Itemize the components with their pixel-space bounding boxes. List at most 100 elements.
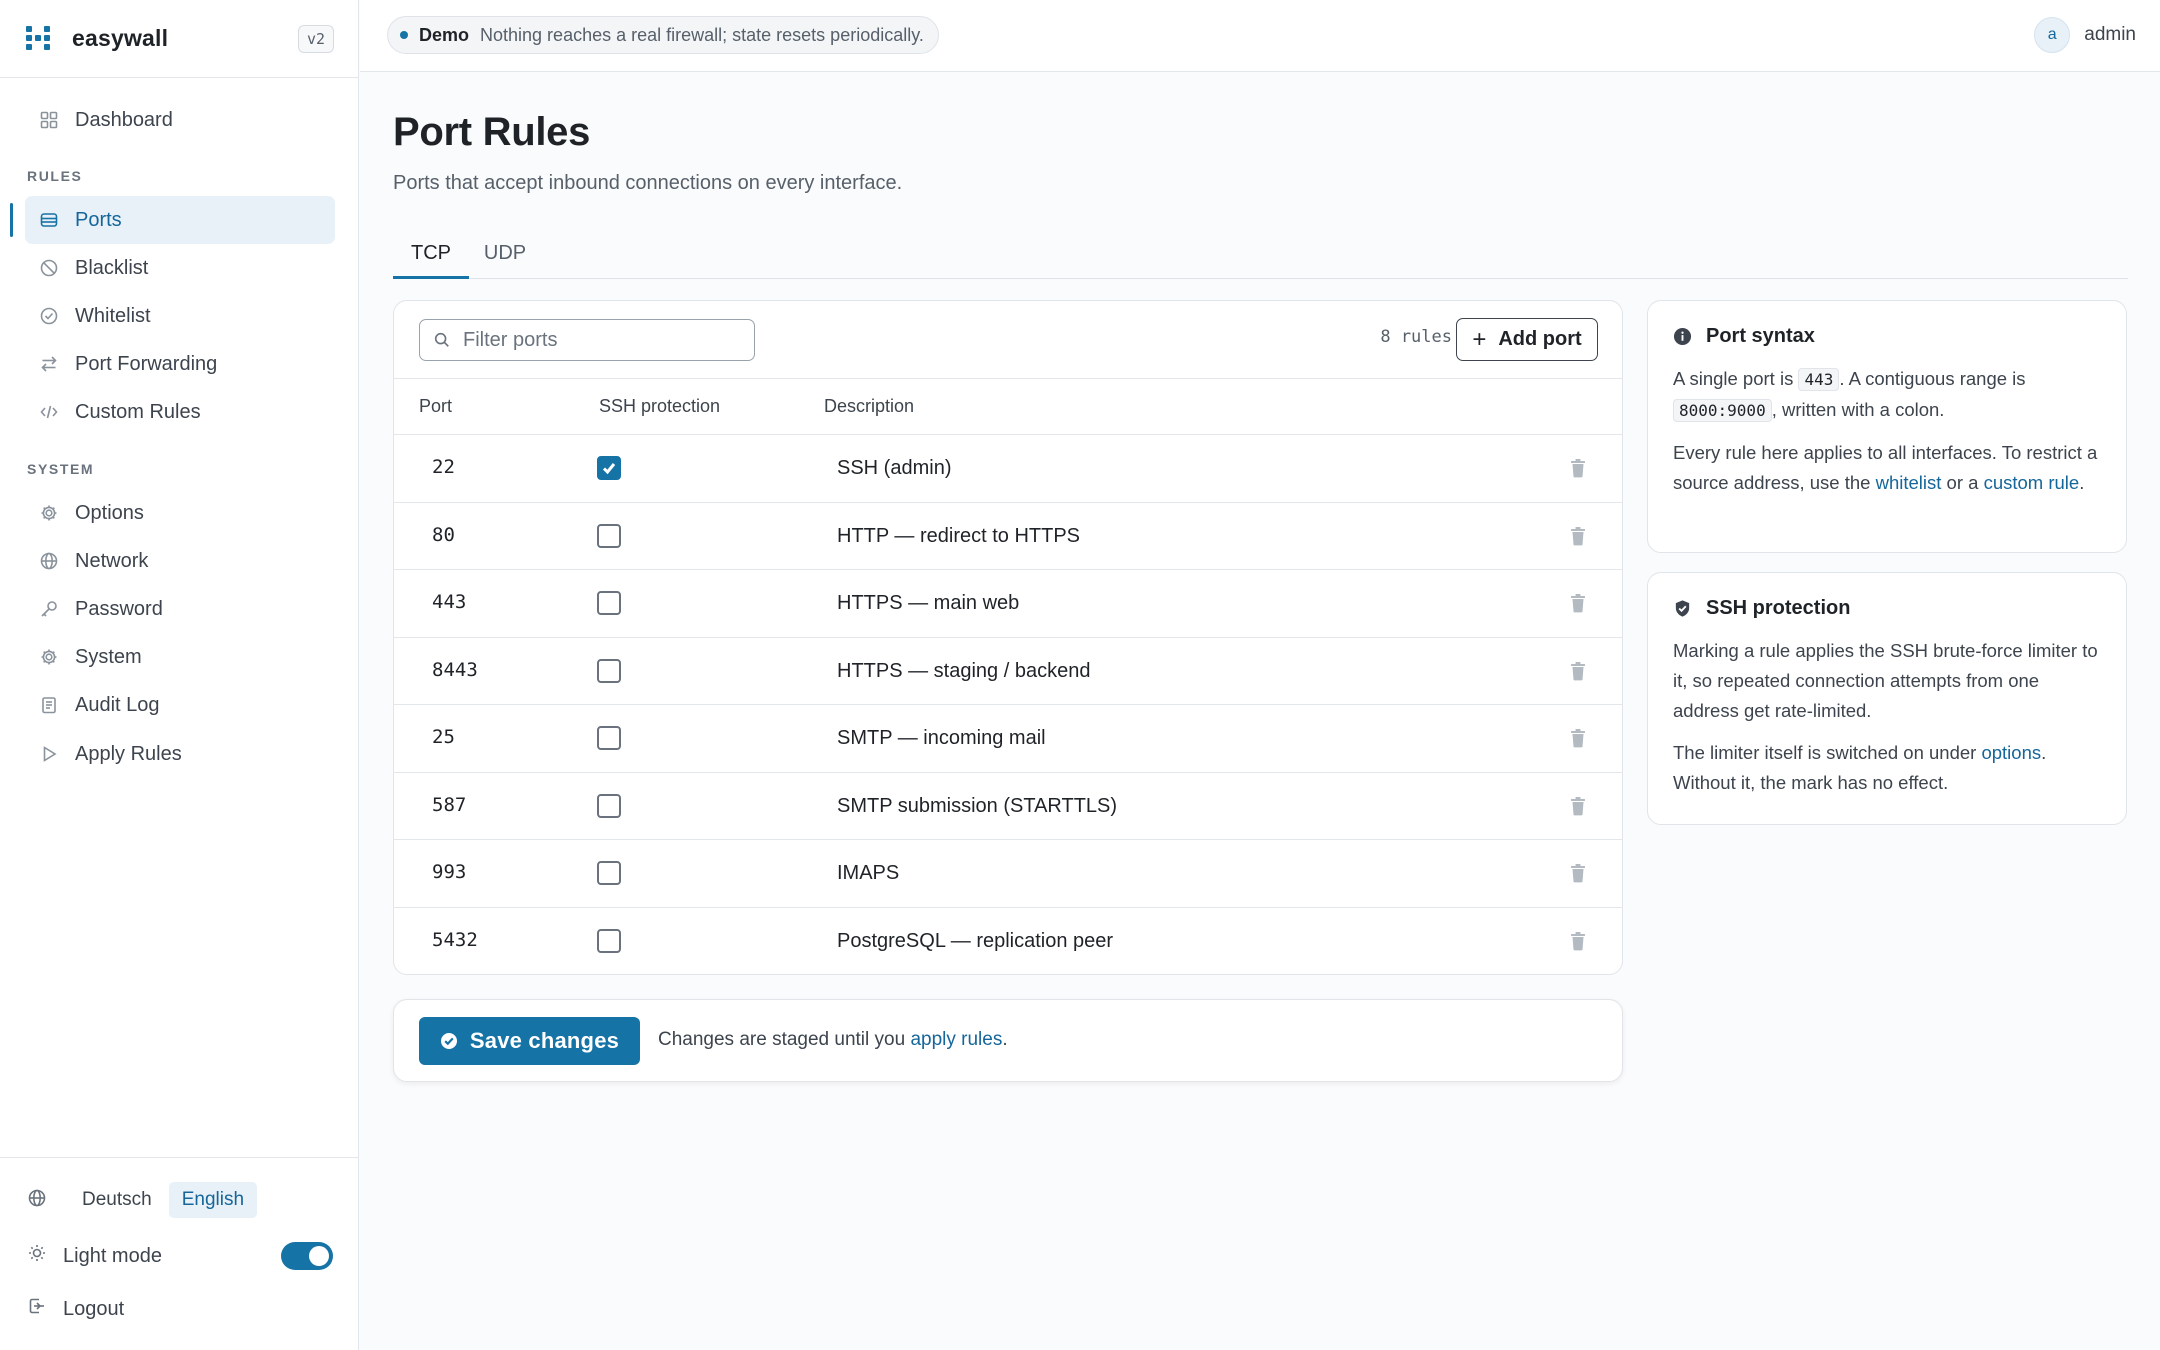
port-value: 80 xyxy=(432,523,455,546)
ports-icon xyxy=(38,209,60,231)
apply-rules-link[interactable]: apply rules xyxy=(910,1029,1002,1050)
delete-row-button[interactable] xyxy=(1569,931,1587,951)
options-link[interactable]: options xyxy=(1981,742,2041,763)
delete-row-button[interactable] xyxy=(1569,661,1587,681)
ssh-protection-checkbox[interactable] xyxy=(597,861,621,885)
sidebar-item-ports[interactable]: Ports xyxy=(25,196,335,244)
sidebar-item-apply-rules[interactable]: Apply Rules xyxy=(25,730,335,778)
trash-icon xyxy=(1571,796,1585,815)
sidebar-footer: Deutsch English Light mode Logout xyxy=(0,1157,359,1350)
sidebar-item-blacklist[interactable]: Blacklist xyxy=(25,244,335,292)
trash-icon xyxy=(1571,729,1585,748)
globe-icon xyxy=(38,550,60,572)
logout-icon xyxy=(27,1296,47,1322)
sidebar-item-port-forwarding[interactable]: Port Forwarding xyxy=(25,340,335,388)
check-circle-icon xyxy=(38,305,60,327)
description-value[interactable]: SMTP — incoming mail xyxy=(837,727,1046,750)
save-changes-button[interactable]: Save changes xyxy=(419,1017,640,1065)
port-value: 5432 xyxy=(432,928,478,951)
language-deutsch[interactable]: Deutsch xyxy=(69,1182,165,1218)
version-badge: v2 xyxy=(297,24,334,53)
ssh-protection-checkbox[interactable] xyxy=(597,591,621,615)
sidebar-item-system[interactable]: System xyxy=(25,633,335,681)
light-mode-toggle[interactable] xyxy=(281,1242,333,1270)
sidebar-item-audit-log[interactable]: Audit Log xyxy=(25,681,335,729)
whitelist-link[interactable]: whitelist xyxy=(1876,472,1942,493)
check-icon xyxy=(602,463,616,475)
table-row: 443 HTTPS — main web xyxy=(394,570,1622,638)
delete-row-button[interactable] xyxy=(1569,728,1587,748)
description-value[interactable]: SSH (admin) xyxy=(837,457,951,480)
brand-header: easywall v2 xyxy=(0,0,358,78)
demo-text: Nothing reaches a real firewall; state r… xyxy=(480,24,924,45)
add-port-label: Add port xyxy=(1498,328,1582,350)
delete-row-button[interactable] xyxy=(1569,593,1587,613)
sidebar-item-label: Whitelist xyxy=(75,304,151,327)
trash-icon xyxy=(1571,864,1585,883)
protocol-tabs: TCP UDP xyxy=(393,236,2128,279)
trash-icon xyxy=(1571,931,1585,950)
text: , written with a colon. xyxy=(1771,399,1945,420)
port-syntax-title: Port syntax xyxy=(1673,325,2101,348)
sidebar-item-dashboard[interactable]: Dashboard xyxy=(25,96,335,144)
add-port-button[interactable]: + Add port xyxy=(1456,318,1598,361)
port-value: 993 xyxy=(432,861,467,883)
custom-rule-link[interactable]: custom rule xyxy=(1984,472,2080,493)
sidebar-item-network[interactable]: Network xyxy=(25,537,335,585)
globe-icon xyxy=(27,1188,47,1213)
play-icon xyxy=(38,743,60,765)
sidebar-item-whitelist[interactable]: Whitelist xyxy=(25,292,335,340)
text: . xyxy=(2079,472,2085,493)
table-row: 22 SSH (admin) xyxy=(394,435,1622,503)
gear-icon xyxy=(38,646,60,668)
sidebar-item-label: Audit Log xyxy=(75,693,160,716)
table-row: 993 IMAPS xyxy=(394,840,1622,908)
sidebar-item-label: Network xyxy=(75,549,149,572)
ssh-protection-checkbox[interactable] xyxy=(597,456,621,480)
light-mode-label: Light mode xyxy=(63,1244,162,1267)
user-menu[interactable]: a admin xyxy=(2034,17,2136,53)
description-value[interactable]: SMTP submission (STARTTLS) xyxy=(837,795,1117,818)
gear-icon xyxy=(38,502,60,524)
ssh-protection-checkbox[interactable] xyxy=(597,658,621,683)
code-single-port: 443 xyxy=(1798,368,1840,391)
sidebar-item-label: Ports xyxy=(75,208,122,231)
sidebar-item-options[interactable]: Options xyxy=(25,489,335,537)
info-icon xyxy=(1673,327,1692,346)
sidebar-item-label: Apply Rules xyxy=(75,742,182,765)
ssh-protection-title-text: SSH protection xyxy=(1706,597,1851,619)
ssh-protection-checkbox[interactable] xyxy=(597,793,621,818)
table-row: 5432 PostgreSQL — replication peer xyxy=(394,908,1622,975)
ssh-protection-card: SSH protection Marking a rule applies th… xyxy=(1647,572,2127,825)
description-value[interactable]: HTTP — redirect to HTTPS xyxy=(837,525,1080,548)
description-value[interactable]: HTTPS — main web xyxy=(837,592,1019,615)
delete-row-button[interactable] xyxy=(1569,796,1587,816)
ssh-protection-checkbox[interactable] xyxy=(597,726,621,750)
filter-input[interactable] xyxy=(463,328,743,352)
description-value[interactable]: IMAPS xyxy=(837,862,899,885)
search-icon xyxy=(434,332,449,347)
limiter-paragraph: The limiter itself is switched on under … xyxy=(1673,738,2101,798)
sun-icon xyxy=(27,1243,47,1269)
tab-tcp[interactable]: TCP xyxy=(393,236,469,279)
ssh-protection-checkbox[interactable] xyxy=(597,523,621,548)
delete-row-button[interactable] xyxy=(1569,458,1587,478)
trash-icon xyxy=(1571,661,1585,680)
delete-row-button[interactable] xyxy=(1569,863,1587,883)
description-value[interactable]: HTTPS — staging / backend xyxy=(837,660,1090,683)
dashboard-icon xyxy=(38,109,60,131)
sidebar-item-label: Custom Rules xyxy=(75,400,201,423)
sidebar-item-label: Port Forwarding xyxy=(75,352,218,375)
sidebar-item-custom-rules[interactable]: Custom Rules xyxy=(25,388,335,436)
filter-field[interactable] xyxy=(419,319,755,361)
tab-udp[interactable]: UDP xyxy=(477,236,533,279)
app-name: easywall xyxy=(72,25,169,51)
delete-row-button[interactable] xyxy=(1569,526,1587,546)
sidebar-item-password[interactable]: Password xyxy=(25,585,335,633)
ssh-protection-checkbox[interactable] xyxy=(597,928,621,953)
language-english[interactable]: English xyxy=(168,1182,258,1218)
logout-button[interactable]: Logout xyxy=(27,1296,124,1322)
username: admin xyxy=(2084,24,2136,45)
port-rules-table-card: 8 rules + Add port Port SSH protection D… xyxy=(393,300,1623,975)
description-value[interactable]: PostgreSQL — replication peer xyxy=(837,930,1113,953)
